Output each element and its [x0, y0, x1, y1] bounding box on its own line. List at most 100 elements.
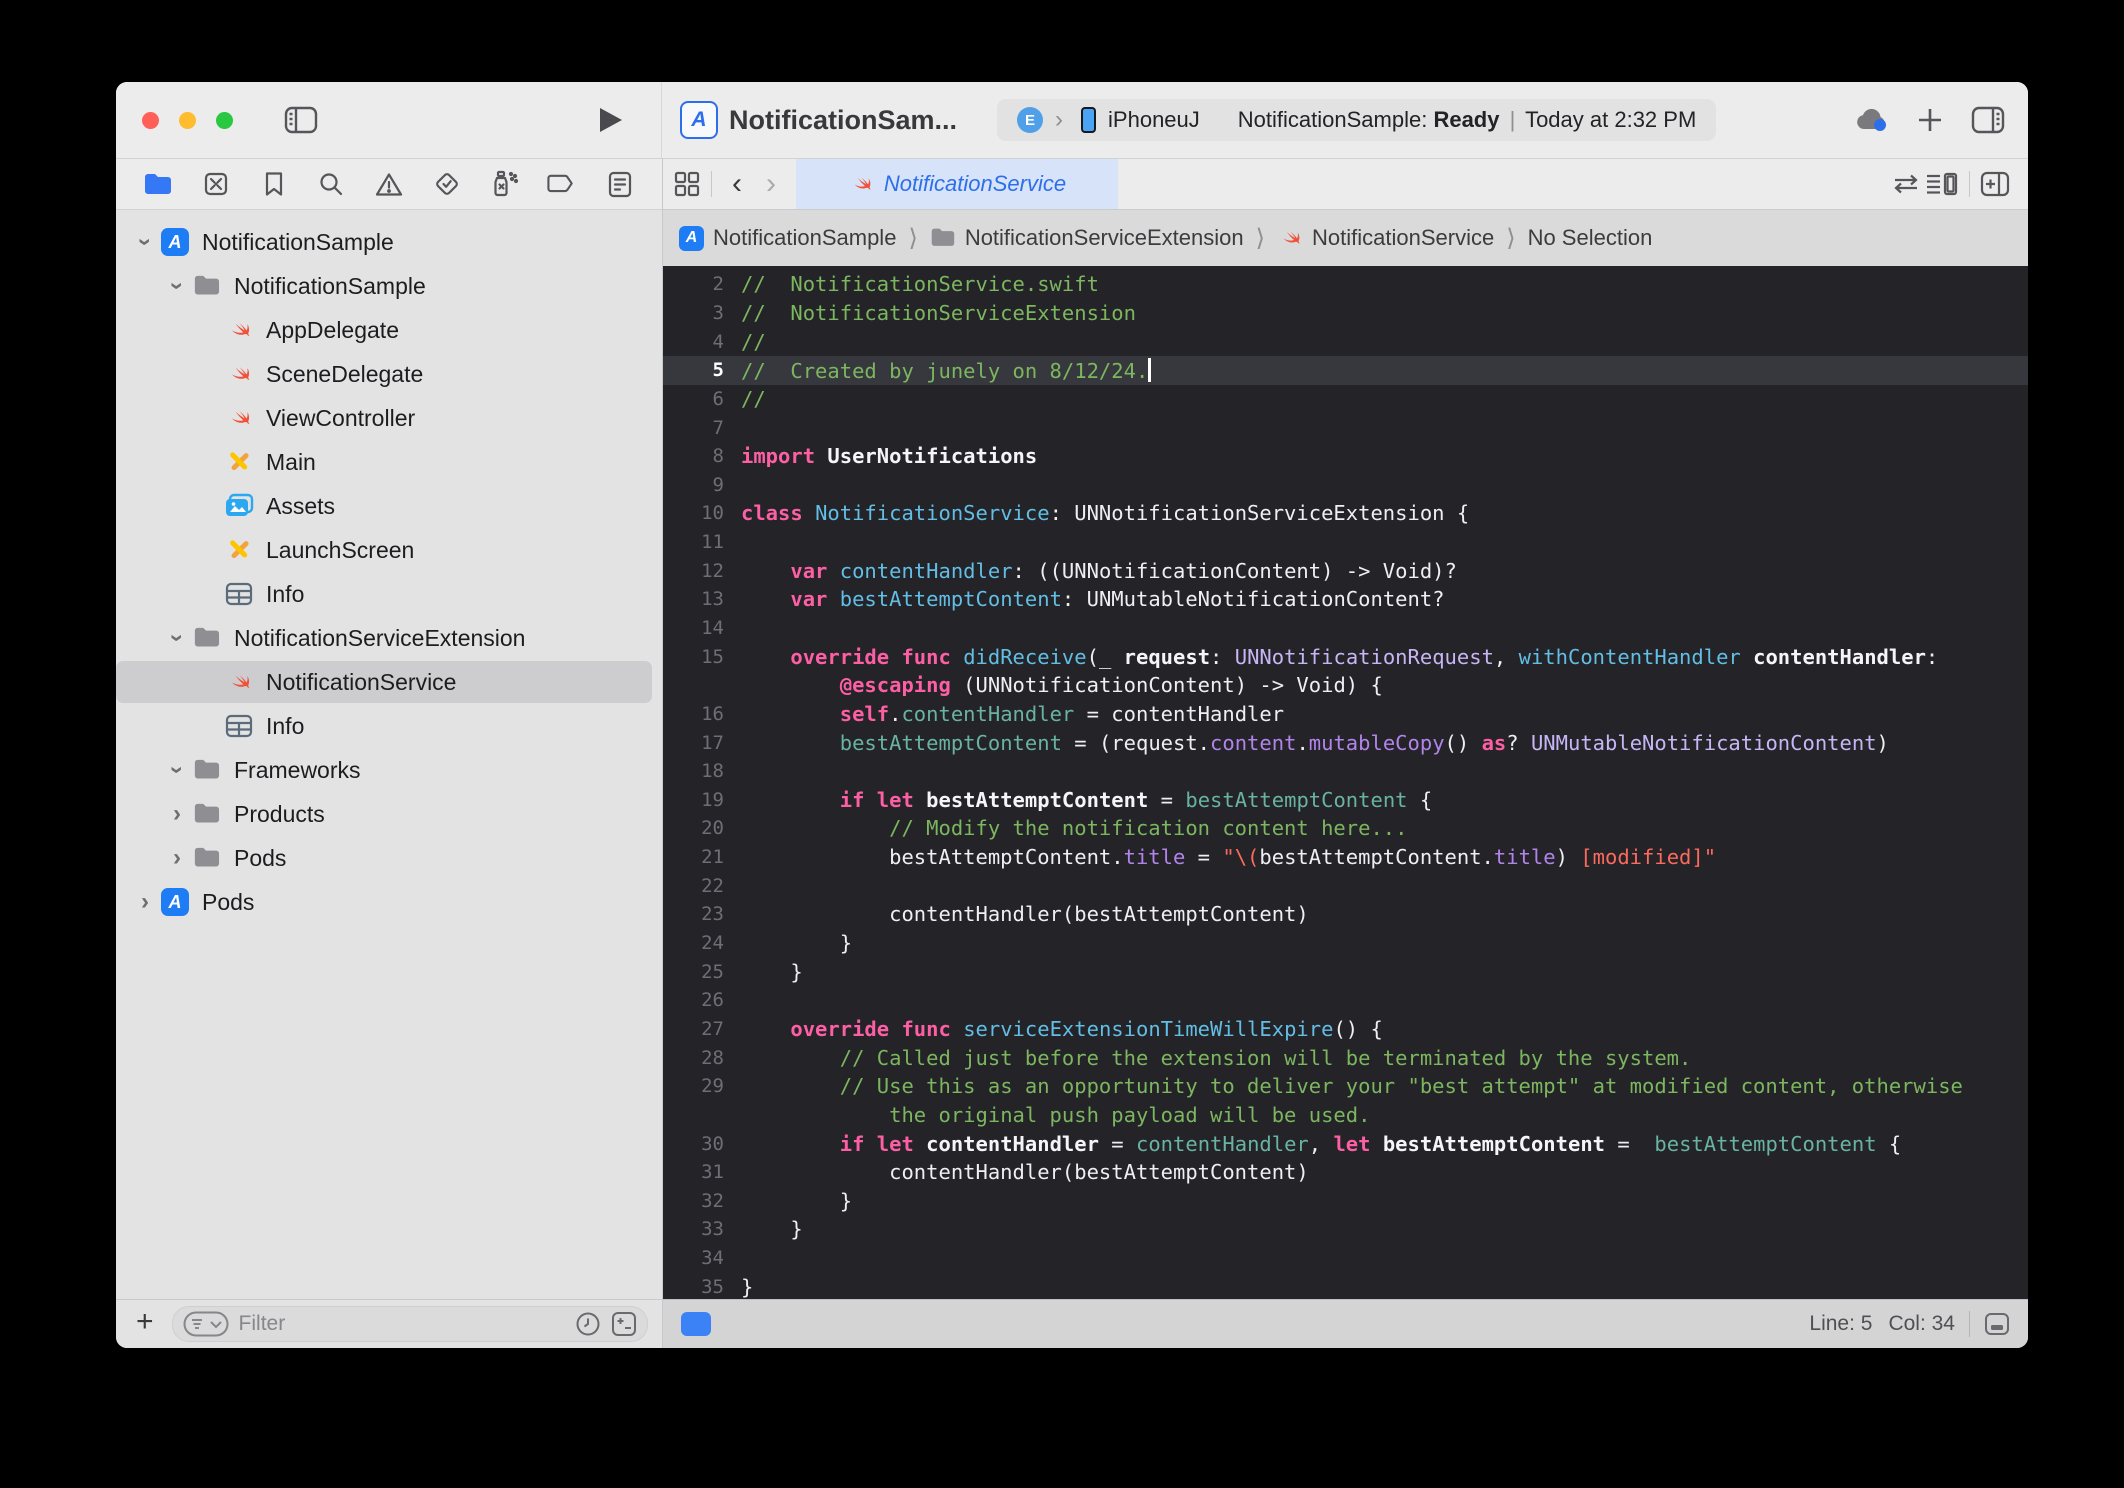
code-line-2[interactable]: 2// NotificationService.swift — [663, 270, 2028, 299]
code-line-32[interactable]: 32 } — [663, 1187, 2028, 1216]
status-separator: | — [1506, 107, 1520, 132]
related-items-icon[interactable] — [673, 170, 701, 198]
code-line-12[interactable]: 12 var contentHandler: ((UNNotificationC… — [663, 556, 2028, 585]
line-number: 21 — [663, 846, 741, 868]
code-review-icon[interactable] — [1891, 172, 1921, 196]
find-navigator-icon[interactable] — [311, 164, 351, 204]
editor-mode-icon[interactable] — [1984, 1312, 2010, 1336]
tree-item-info[interactable]: Info — [116, 704, 662, 748]
code-line-18[interactable]: 18 — [663, 757, 2028, 786]
code-line-30[interactable]: 30 if let contentHandler = contentHandle… — [663, 1129, 2028, 1158]
project-navigator-icon[interactable] — [138, 164, 178, 204]
tree-item-pods[interactable]: ›Pods — [116, 836, 662, 880]
zoom-button[interactable] — [216, 112, 233, 129]
add-editor-icon[interactable] — [1980, 171, 2010, 197]
source-control-filter-icon[interactable] — [611, 1311, 637, 1337]
tree-item-info[interactable]: Info — [116, 572, 662, 616]
run-destination[interactable]: iPhoneuJ — [1108, 107, 1200, 133]
code-line-10[interactable]: 10class NotificationService: UNNotificat… — [663, 499, 2028, 528]
source-editor[interactable]: 2// NotificationService.swift3// Notific… — [663, 266, 2028, 1299]
add-file-button[interactable]: + — [130, 1307, 160, 1341]
disclosure-right-icon[interactable]: › — [130, 890, 160, 914]
breakpoints-navigator-icon[interactable] — [542, 164, 582, 204]
run-button[interactable] — [589, 100, 633, 140]
scheme-selector[interactable]: E › iPhoneuJ NotificationSample: Ready |… — [997, 99, 1716, 141]
close-button[interactable] — [142, 112, 159, 129]
navigator-toggle-icon[interactable] — [279, 100, 323, 140]
tree-item-notificationserviceextension[interactable]: ›NotificationServiceExtension — [116, 616, 662, 660]
disclosure-down-icon[interactable]: › — [162, 626, 192, 650]
disclosure-right-icon[interactable]: › — [162, 846, 192, 870]
tree-item-pods[interactable]: ›APods — [116, 880, 662, 924]
add-button[interactable] — [1908, 100, 1952, 140]
code-line-29[interactable]: 29 // Use this as an opportunity to deli… — [663, 1072, 2028, 1101]
tree-item-appdelegate[interactable]: AppDelegate — [116, 308, 662, 352]
code-line-wrap[interactable]: @escaping (UNNotificationContent) -> Voi… — [663, 671, 2028, 700]
editor-options-icon[interactable] — [1925, 171, 1959, 197]
code-line-27[interactable]: 27 override func serviceExtensionTimeWil… — [663, 1015, 2028, 1044]
code-line-23[interactable]: 23 contentHandler(bestAttemptContent) — [663, 900, 2028, 929]
editor-tab-notificationservice[interactable]: NotificationService — [796, 159, 1118, 209]
tree-item-scenedelegate[interactable]: SceneDelegate — [116, 352, 662, 396]
breadcrumb-item[interactable]: No Selection — [1528, 225, 1653, 251]
code-line-26[interactable]: 26 — [663, 986, 2028, 1015]
tree-item-frameworks[interactable]: ›Frameworks — [116, 748, 662, 792]
code-line-4[interactable]: 4// — [663, 327, 2028, 356]
disclosure-down-icon[interactable]: › — [130, 230, 160, 254]
tree-item-notificationsample[interactable]: ›NotificationSample — [116, 264, 662, 308]
disclosure-right-icon[interactable]: › — [162, 802, 192, 826]
code-line-31[interactable]: 31 contentHandler(bestAttemptContent) — [663, 1158, 2028, 1187]
tree-item-notificationservice[interactable]: NotificationService — [116, 660, 662, 704]
line-number: 18 — [663, 760, 741, 782]
code-line-14[interactable]: 14 — [663, 614, 2028, 643]
source-control-navigator-icon[interactable] — [196, 164, 236, 204]
debug-navigator-icon[interactable] — [485, 164, 525, 204]
code-line-22[interactable]: 22 — [663, 871, 2028, 900]
tree-item-products[interactable]: ›Products — [116, 792, 662, 836]
tree-item-main[interactable]: Main — [116, 440, 662, 484]
code-line-11[interactable]: 11 — [663, 528, 2028, 557]
code-line-6[interactable]: 6// — [663, 385, 2028, 414]
code-line-16[interactable]: 16 self.contentHandler = contentHandler — [663, 700, 2028, 729]
code-line-33[interactable]: 33 } — [663, 1215, 2028, 1244]
code-line-5[interactable]: 5// Created by junely on 8/12/24. — [663, 356, 2028, 385]
breadcrumb-item[interactable]: NotificationService — [1277, 225, 1494, 251]
code-line-9[interactable]: 9 — [663, 470, 2028, 499]
code-line-3[interactable]: 3// NotificationServiceExtension — [663, 299, 2028, 328]
back-button[interactable]: ‹ — [722, 167, 752, 201]
code-line-28[interactable]: 28 // Called just before the extension w… — [663, 1043, 2028, 1072]
tree-item-viewcontroller[interactable]: ViewController — [116, 396, 662, 440]
code-line-35[interactable]: 35} — [663, 1272, 2028, 1299]
code-line-17[interactable]: 17 bestAttemptContent = (request.content… — [663, 728, 2028, 757]
minimize-button[interactable] — [179, 112, 196, 129]
disclosure-down-icon[interactable]: › — [162, 274, 192, 298]
cloud-icon[interactable] — [1850, 100, 1894, 140]
tree-item-notificationsample[interactable]: ›ANotificationSample — [116, 220, 662, 264]
recent-files-icon[interactable] — [575, 1311, 601, 1337]
filter-field[interactable]: Filter — [172, 1306, 648, 1342]
breadcrumb-item[interactable]: ANotificationSample — [679, 225, 896, 251]
disclosure-down-icon[interactable]: › — [162, 758, 192, 782]
issues-navigator-icon[interactable] — [369, 164, 409, 204]
inspector-toggle-icon[interactable] — [1966, 100, 2010, 140]
forward-button[interactable]: › — [756, 167, 786, 201]
code-line-8[interactable]: 8import UserNotifications — [663, 442, 2028, 471]
tree-item-launchscreen[interactable]: LaunchScreen — [116, 528, 662, 572]
code-line-21[interactable]: 21 bestAttemptContent.title = "\(bestAtt… — [663, 843, 2028, 872]
code-line-wrap[interactable]: the original push payload will be used. — [663, 1101, 2028, 1130]
code-line-24[interactable]: 24 } — [663, 929, 2028, 958]
breadcrumb-item[interactable]: NotificationServiceExtension — [930, 225, 1244, 251]
code-line-15[interactable]: 15 override func didReceive(_ request: U… — [663, 642, 2028, 671]
reports-navigator-icon[interactable] — [600, 164, 640, 204]
tree-item-assets[interactable]: Assets — [116, 484, 662, 528]
bookmarks-navigator-icon[interactable] — [254, 164, 294, 204]
tests-navigator-icon[interactable] — [427, 164, 467, 204]
code-line-19[interactable]: 19 if let bestAttemptContent = bestAttem… — [663, 786, 2028, 815]
focus-mode-chip[interactable] — [681, 1312, 711, 1336]
code-line-34[interactable]: 34 — [663, 1244, 2028, 1273]
code-line-20[interactable]: 20 // Modify the notification content he… — [663, 814, 2028, 843]
code-line-25[interactable]: 25 } — [663, 957, 2028, 986]
code-line-7[interactable]: 7 — [663, 413, 2028, 442]
code-line-13[interactable]: 13 var bestAttemptContent: UNMutableNoti… — [663, 585, 2028, 614]
line-number: 9 — [663, 474, 741, 496]
